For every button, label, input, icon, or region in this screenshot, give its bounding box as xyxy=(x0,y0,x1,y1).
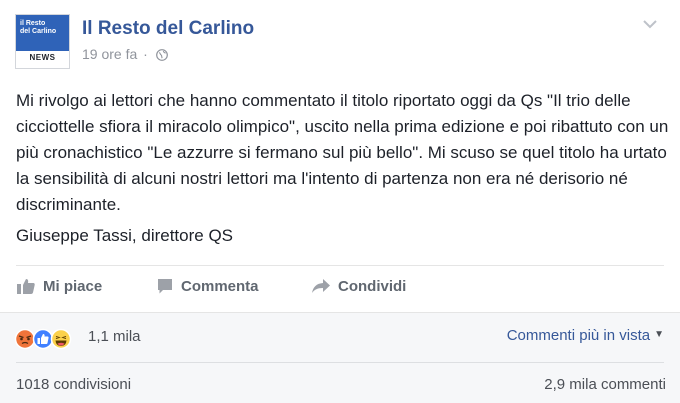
share-icon xyxy=(312,279,330,293)
comment-button[interactable]: Commenta xyxy=(156,272,259,300)
page-avatar[interactable]: il Resto del Carlino NEWS xyxy=(15,14,70,69)
shares-count-link[interactable]: 1018 condivisioni xyxy=(16,376,131,393)
chevron-down-icon xyxy=(643,20,657,29)
globe-icon[interactable] xyxy=(155,48,168,64)
like-button[interactable]: Mi piace xyxy=(16,272,102,300)
logo-text: il Resto del Carlino xyxy=(16,15,69,51)
comment-sort-dropdown[interactable]: Commenti più in vista ▼ xyxy=(507,327,664,344)
comment-sort-label: Commenti più in vista xyxy=(506,327,651,344)
comment-label: Commenta xyxy=(181,277,259,295)
page-name-link[interactable]: Il Resto del Carlino xyxy=(82,18,254,40)
thumbs-up-icon xyxy=(17,279,35,294)
logo-badge: NEWS xyxy=(29,53,56,62)
post-meta: 19 ore fa · xyxy=(82,46,168,64)
post-options-button[interactable] xyxy=(640,16,660,32)
like-icon xyxy=(32,328,54,350)
comment-icon xyxy=(158,279,172,294)
reactions-divider xyxy=(16,362,664,363)
reaction-count[interactable]: 1,1 mila xyxy=(88,328,141,345)
caret-down-icon: ▼ xyxy=(654,329,664,340)
timestamp-link[interactable]: 19 ore fa xyxy=(82,46,137,62)
haha-icon xyxy=(50,328,72,350)
reaction-icons[interactable] xyxy=(14,328,84,350)
share-label: Condividi xyxy=(338,277,407,295)
post-signature: Giuseppe Tassi, direttore QS xyxy=(16,226,234,245)
like-label: Mi piace xyxy=(43,277,103,295)
share-button[interactable]: Condividi xyxy=(311,272,406,300)
actions-divider-top xyxy=(16,265,664,266)
angry-icon xyxy=(14,328,36,350)
meta-separator: · xyxy=(143,46,148,62)
comments-count-link[interactable]: 2,9 mila commenti xyxy=(544,376,666,393)
post-body-text: Mi rivolgo ai lettori che hanno commenta… xyxy=(16,91,669,214)
facebook-post: il Resto del Carlino NEWS Il Resto del C… xyxy=(0,0,680,403)
